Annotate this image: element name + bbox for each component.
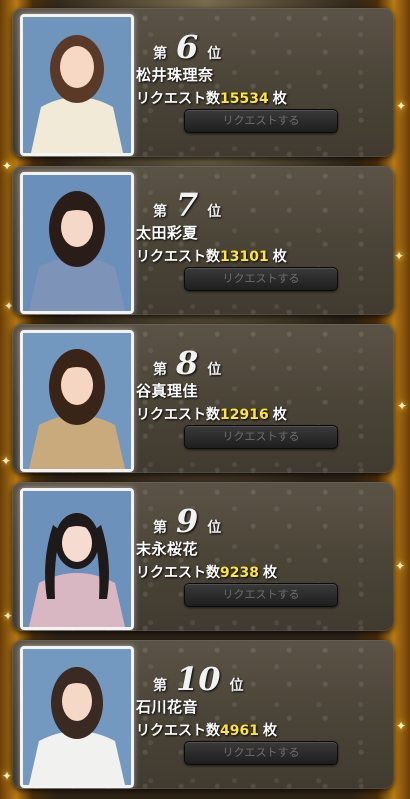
sparkle-decoration: ✦ <box>395 559 406 573</box>
rank-label: 第 8 位 <box>153 344 221 382</box>
request-count-line: リクエスト数12916 枚 <box>136 404 287 424</box>
request-count-unit: 枚 <box>272 91 287 107</box>
rank-suffix: 位 <box>207 520 222 536</box>
rank-number: 8 <box>176 344 199 382</box>
rank-suffix: 位 <box>207 362 222 378</box>
request-count-unit: 枚 <box>272 407 287 423</box>
ranking-card-6: 第 6 位 松井珠理奈 リクエスト数15534 枚 リクエストする <box>12 8 394 157</box>
rank-prefix: 第 <box>153 362 167 378</box>
sparkle-decoration: ✦ <box>396 719 407 733</box>
rank-prefix: 第 <box>153 46 167 62</box>
member-portrait-image <box>23 649 131 785</box>
member-name: 石川花音 <box>136 698 199 716</box>
member-photo <box>20 14 134 156</box>
rank-label: 第 10 位 <box>153 660 244 698</box>
ranking-card-8: 第 8 位 谷真理佳 リクエスト数12916 枚 リクエストする <box>12 324 394 473</box>
request-button[interactable]: リクエストする <box>184 741 338 765</box>
rank-number: 9 <box>176 502 199 540</box>
ranking-card-10: 第 10 位 石川花音 リクエスト数4961 枚 リクエストする <box>12 640 394 789</box>
ranking-card-7: 第 7 位 太田彩夏 リクエスト数13101 枚 リクエストする <box>12 166 394 315</box>
member-portrait-image <box>23 17 131 153</box>
rank-number: 10 <box>176 660 221 698</box>
member-portrait-image <box>23 175 131 311</box>
member-name: 谷真理佳 <box>136 382 199 400</box>
rank-prefix: 第 <box>153 520 167 536</box>
request-count-value: 9238 <box>220 565 259 581</box>
request-count-label: リクエスト数 <box>136 407 220 423</box>
rank-prefix: 第 <box>153 678 167 694</box>
request-count-label: リクエスト数 <box>136 91 220 107</box>
request-count-value: 15534 <box>220 91 269 107</box>
sparkle-decoration: ✦ <box>396 99 407 113</box>
rank-suffix: 位 <box>229 678 244 694</box>
sparkle-decoration: ✦ <box>394 249 405 263</box>
member-photo <box>20 646 134 788</box>
member-photo <box>20 172 134 314</box>
rank-suffix: 位 <box>207 204 222 220</box>
request-count-label: リクエスト数 <box>136 565 220 581</box>
sparkle-decoration: ✦ <box>2 159 13 173</box>
rank-prefix: 第 <box>153 204 167 220</box>
request-count-line: リクエスト数15534 枚 <box>136 88 287 108</box>
request-button[interactable]: リクエストする <box>184 109 338 133</box>
request-count-label: リクエスト数 <box>136 249 220 265</box>
sparkle-decoration: ✦ <box>2 769 13 783</box>
request-count-value: 4961 <box>220 723 259 739</box>
request-count-unit: 枚 <box>262 723 277 739</box>
request-button[interactable]: リクエストする <box>184 267 338 291</box>
sparkle-decoration: ✦ <box>397 399 408 413</box>
member-photo <box>20 488 134 630</box>
rank-suffix: 位 <box>207 46 222 62</box>
request-button[interactable]: リクエストする <box>184 425 338 449</box>
member-photo <box>20 330 134 472</box>
request-count-unit: 枚 <box>272 249 287 265</box>
member-name: 太田彩夏 <box>136 224 199 242</box>
member-portrait-image <box>23 333 131 469</box>
rank-label: 第 7 位 <box>153 186 221 224</box>
rank-label: 第 6 位 <box>153 28 221 66</box>
request-count-line: リクエスト数13101 枚 <box>136 246 287 266</box>
sparkle-decoration: ✦ <box>1 454 12 468</box>
rank-number: 7 <box>176 186 199 224</box>
ranking-card-9: 第 9 位 末永桜花 リクエスト数9238 枚 リクエストする <box>12 482 394 631</box>
request-count-unit: 枚 <box>262 565 277 581</box>
member-portrait-image <box>23 491 131 627</box>
request-count-value: 12916 <box>220 407 269 423</box>
request-count-line: リクエスト数9238 枚 <box>136 562 277 582</box>
rank-number: 6 <box>176 28 199 66</box>
request-count-line: リクエスト数4961 枚 <box>136 720 277 740</box>
rank-label: 第 9 位 <box>153 502 221 540</box>
request-count-value: 13101 <box>220 249 269 265</box>
request-button[interactable]: リクエストする <box>184 583 338 607</box>
member-name: 末永桜花 <box>136 540 199 558</box>
member-name: 松井珠理奈 <box>136 66 214 84</box>
request-count-label: リクエスト数 <box>136 723 220 739</box>
